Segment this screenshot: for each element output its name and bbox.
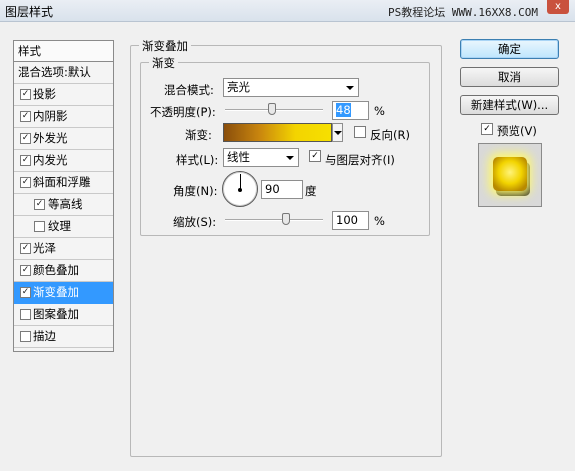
- style-item-label: 光泽: [33, 241, 56, 255]
- style-item-gradient-overlay[interactable]: ✓ 渐变叠加: [14, 282, 113, 304]
- style-item-label: 等高线: [48, 197, 83, 211]
- style-item-label: 混合选项:默认: [18, 65, 91, 79]
- blend-mode-label: 混合模式:: [164, 83, 214, 97]
- cancel-button[interactable]: 取消: [460, 67, 559, 87]
- opacity-unit: %: [374, 104, 385, 118]
- close-button[interactable]: x: [547, 0, 569, 14]
- scale-input[interactable]: 100: [332, 211, 369, 230]
- style-checkbox[interactable]: ✓: [20, 111, 31, 122]
- angle-dial[interactable]: [222, 171, 258, 207]
- style-item-label: 纹理: [48, 219, 71, 233]
- style-checkbox[interactable]: [34, 221, 45, 232]
- align-with-layer-label[interactable]: 与图层对齐(I): [325, 152, 395, 168]
- style-item-blending-options[interactable]: 混合选项:默认: [14, 62, 113, 84]
- style-item-label: 外发光: [33, 131, 68, 145]
- style-value: 线性: [227, 150, 250, 164]
- style-item-satin[interactable]: ✓ 光泽: [14, 238, 113, 260]
- title-bar: 图层样式 PS教程论坛 WWW.16XX8.COM x: [0, 0, 575, 22]
- style-label: 样式(L):: [176, 153, 219, 167]
- window-title: 图层样式: [5, 5, 54, 19]
- opacity-label: 不透明度(P):: [150, 105, 216, 119]
- preview-sample-shape: [493, 157, 527, 191]
- preview-checkbox[interactable]: ✓: [481, 123, 493, 135]
- chevron-down-icon: [346, 86, 354, 90]
- opacity-value: 48: [336, 103, 351, 117]
- style-item-color-overlay[interactable]: ✓ 颜色叠加: [14, 260, 113, 282]
- style-item-drop-shadow[interactable]: ✓ 投影: [14, 84, 113, 106]
- angle-unit: 度: [305, 184, 317, 198]
- style-item-label: 斜面和浮雕: [33, 175, 91, 189]
- style-checkbox[interactable]: ✓: [20, 287, 31, 298]
- angle-label: 角度(N):: [173, 184, 218, 198]
- style-checkbox[interactable]: [20, 331, 31, 342]
- style-checkbox[interactable]: [20, 309, 31, 320]
- blend-mode-select[interactable]: 亮光: [223, 78, 359, 97]
- style-checkbox[interactable]: ✓: [20, 89, 31, 100]
- style-item-bevel-emboss[interactable]: ✓ 斜面和浮雕: [14, 172, 113, 194]
- style-checkbox[interactable]: ✓: [34, 199, 45, 210]
- angle-input[interactable]: 90: [261, 180, 303, 199]
- scale-unit: %: [374, 214, 385, 228]
- style-item-pattern-overlay[interactable]: 图案叠加: [14, 304, 113, 326]
- align-with-layer-checkbox[interactable]: ✓: [309, 150, 321, 162]
- style-checkbox[interactable]: ✓: [20, 265, 31, 276]
- style-item-texture[interactable]: 纹理: [14, 216, 113, 238]
- scale-value: 100: [336, 213, 358, 227]
- style-item-inner-glow[interactable]: ✓ 内发光: [14, 150, 113, 172]
- style-checkbox[interactable]: ✓: [20, 243, 31, 254]
- style-checkbox[interactable]: ✓: [20, 177, 31, 188]
- chevron-down-icon: [286, 156, 294, 160]
- group-legend: 渐变: [149, 55, 178, 71]
- group-legend: 渐变叠加: [139, 38, 191, 54]
- style-item-label: 颜色叠加: [33, 263, 79, 277]
- gradient-swatch[interactable]: [223, 123, 332, 142]
- opacity-input[interactable]: 48: [332, 101, 369, 120]
- opacity-slider-thumb[interactable]: [268, 103, 276, 115]
- style-item-label: 图案叠加: [33, 307, 79, 321]
- blend-mode-value: 亮光: [227, 80, 250, 94]
- style-item-stroke[interactable]: 描边: [14, 326, 113, 348]
- style-checkbox[interactable]: ✓: [20, 155, 31, 166]
- ok-button[interactable]: 确定: [460, 39, 559, 59]
- styles-list: 样式 混合选项:默认 ✓ 投影 ✓ 内阴影 ✓ 外发光 ✓ 内发光 ✓ 斜面和浮…: [13, 40, 114, 352]
- angle-value: 90: [265, 182, 280, 196]
- scale-slider-thumb[interactable]: [282, 213, 290, 225]
- style-item-label: 内发光: [33, 153, 68, 167]
- scale-label: 缩放(S):: [173, 215, 217, 229]
- style-item-label: 描边: [33, 329, 56, 343]
- reverse-label[interactable]: 反向(R): [370, 127, 410, 143]
- style-preview-thumbnail: [478, 143, 542, 207]
- new-style-button[interactable]: 新建样式(W)...: [460, 95, 559, 115]
- style-item-label: 渐变叠加: [33, 285, 79, 299]
- gradient-label: 渐变:: [185, 128, 212, 142]
- styles-header[interactable]: 样式: [14, 41, 113, 62]
- scale-slider[interactable]: [225, 219, 323, 221]
- style-select[interactable]: 线性: [223, 148, 299, 167]
- style-item-contour[interactable]: ✓ 等高线: [14, 194, 113, 216]
- chevron-down-icon: [334, 131, 342, 135]
- watermark-text: PS教程论坛 WWW.16XX8.COM: [388, 6, 538, 19]
- preview-label[interactable]: 预览(V): [497, 123, 537, 139]
- gradient-dropdown[interactable]: [332, 123, 343, 142]
- style-item-inner-shadow[interactable]: ✓ 内阴影: [14, 106, 113, 128]
- angle-dial-center: [238, 188, 242, 192]
- reverse-checkbox[interactable]: [354, 126, 366, 138]
- style-item-label: 内阴影: [33, 109, 68, 123]
- style-item-outer-glow[interactable]: ✓ 外发光: [14, 128, 113, 150]
- style-item-label: 投影: [33, 87, 56, 101]
- style-checkbox[interactable]: ✓: [20, 133, 31, 144]
